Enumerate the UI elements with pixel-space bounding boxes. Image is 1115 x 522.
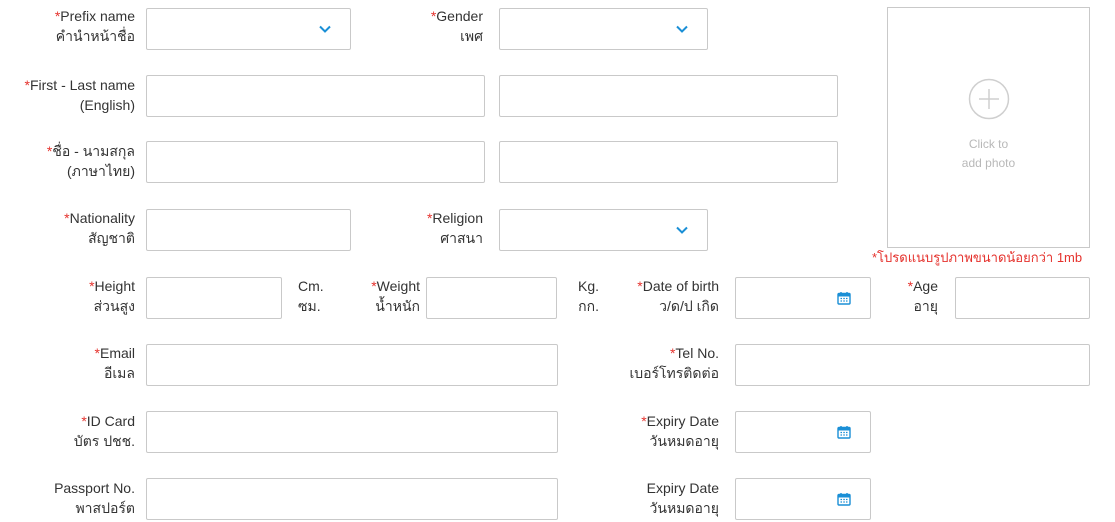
religion-label: *Religion ศาสนา xyxy=(426,210,483,246)
chevron-down-icon xyxy=(319,25,331,33)
id-card-input[interactable] xyxy=(146,411,558,453)
religion-select[interactable] xyxy=(499,209,708,251)
dob-date-input[interactable] xyxy=(735,277,871,319)
id-expiry-date-input[interactable] xyxy=(735,411,871,453)
weight-input[interactable] xyxy=(426,277,557,319)
name-th-label: *ชื่อ - นามสกุล (ภาษาไทย) xyxy=(46,143,135,179)
calendar-icon[interactable] xyxy=(837,291,851,305)
email-label: *Email อีเมล xyxy=(94,345,135,381)
passport-input[interactable] xyxy=(146,478,558,520)
first-name-th-input[interactable] xyxy=(146,141,485,183)
passport-expiry-label: Expiry Date วันหมดอายุ xyxy=(646,480,719,516)
id-card-label: *ID Card บัตร ปชช. xyxy=(73,413,135,449)
plus-circle-icon xyxy=(968,78,1010,120)
add-photo-box[interactable]: Click to add photo xyxy=(887,7,1090,248)
gender-label: *Gender เพศ xyxy=(430,8,483,44)
name-en-label: *First - Last name (English) xyxy=(24,77,135,113)
calendar-icon[interactable] xyxy=(837,492,851,506)
height-label: *Height ส่วนสูง xyxy=(89,278,135,314)
gender-select[interactable] xyxy=(499,8,708,50)
last-name-th-input[interactable] xyxy=(499,141,838,183)
passport-expiry-date-input[interactable] xyxy=(735,478,871,520)
last-name-en-input[interactable] xyxy=(499,75,838,117)
id-expiry-label: *Expiry Date วันหมดอายุ xyxy=(641,413,719,449)
email-input[interactable] xyxy=(146,344,558,386)
passport-label: Passport No. พาสปอร์ต xyxy=(54,480,135,516)
chevron-down-icon xyxy=(676,25,688,33)
chevron-down-icon xyxy=(676,226,688,234)
tel-input[interactable] xyxy=(735,344,1090,386)
weight-unit: Kg. กก. xyxy=(577,278,599,314)
calendar-icon[interactable] xyxy=(837,425,851,439)
age-input[interactable] xyxy=(955,277,1090,319)
prefix-label: *Prefix name คำนำหน้าชื่อ xyxy=(54,8,135,44)
age-label: *Age อายุ xyxy=(907,278,938,314)
height-input[interactable] xyxy=(146,277,282,319)
prefix-select[interactable] xyxy=(146,8,351,50)
first-name-en-input[interactable] xyxy=(146,75,485,117)
height-unit: Cm. ซม. xyxy=(298,278,324,314)
add-photo-text: Click to add photo xyxy=(961,137,1016,170)
weight-label: *Weight น้ำหนัก xyxy=(371,278,420,314)
nationality-label: *Nationality สัญชาติ xyxy=(64,210,135,246)
nationality-input[interactable] xyxy=(146,209,351,251)
tel-label: *Tel No. เบอร์โทรติดต่อ xyxy=(629,345,719,381)
photo-size-note: *โปรดแนบรูปภาพขนาดน้อยกว่า 1mb xyxy=(872,250,1083,265)
dob-label: *Date of birth ว/ด/ป เกิด xyxy=(637,278,719,314)
